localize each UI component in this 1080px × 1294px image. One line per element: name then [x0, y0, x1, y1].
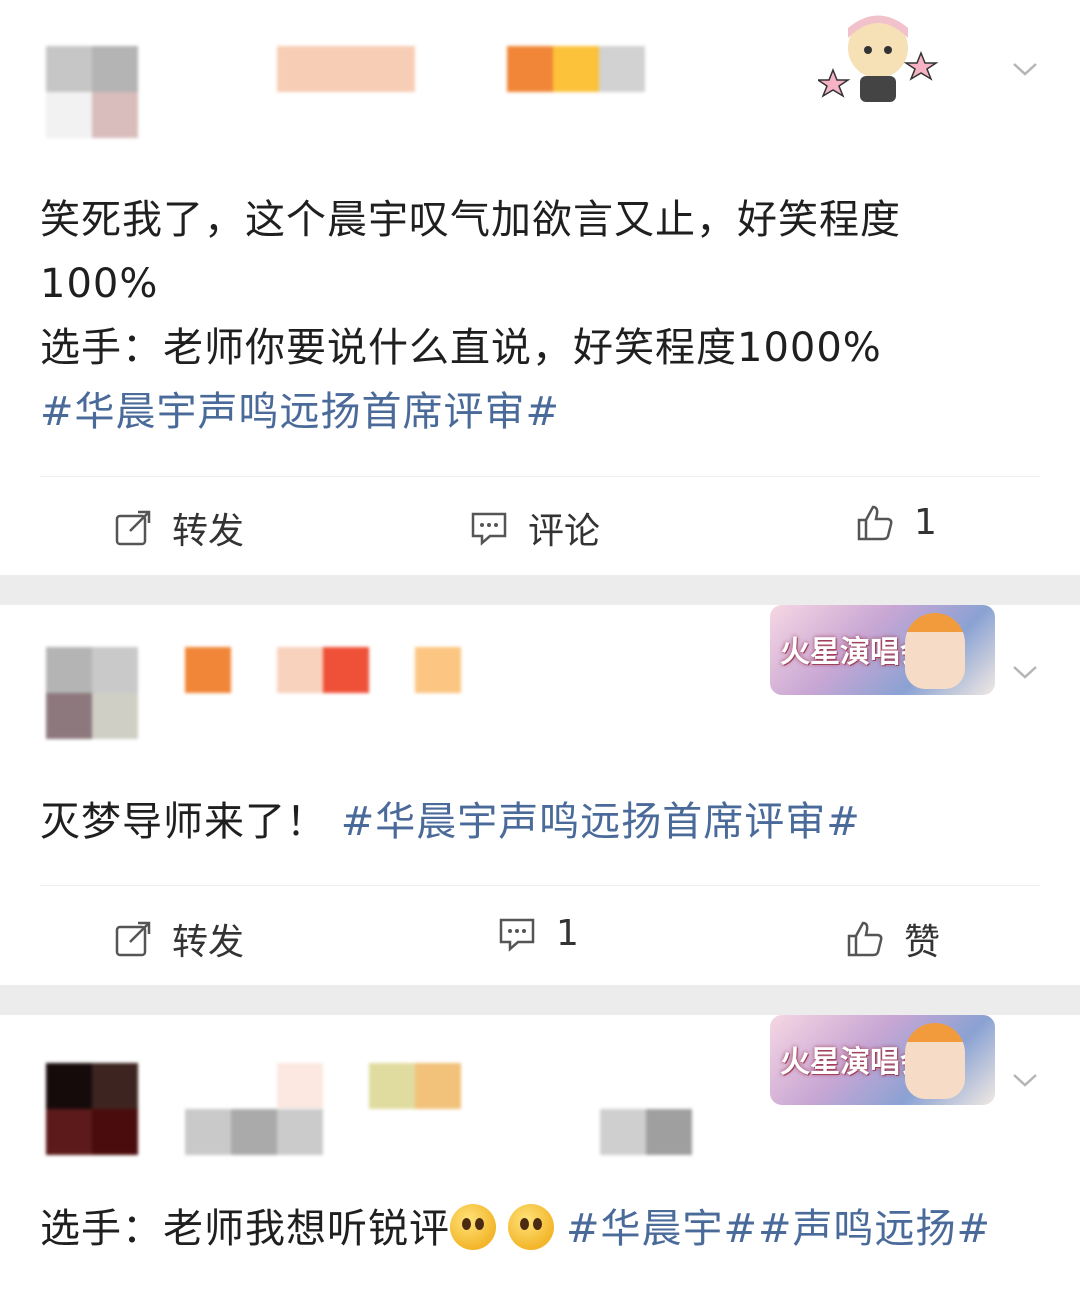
like-label: 赞 — [904, 922, 941, 963]
pleading-face-emoji — [450, 1204, 496, 1250]
post-text: 灭梦导师来了！ #华晨宇声鸣远扬首席评审# — [40, 790, 1040, 854]
divider — [40, 885, 1040, 886]
anime-sticker-icon — [818, 15, 938, 102]
badge-portrait — [905, 613, 965, 689]
like-button[interactable]: 1 — [856, 502, 937, 543]
hashtag-link[interactable]: #华晨宇声鸣远扬首席评审# — [341, 799, 861, 845]
user-badges — [507, 46, 645, 92]
repost-button[interactable]: 转发 — [114, 502, 244, 554]
comment-icon — [499, 918, 535, 952]
more-options-chevron[interactable] — [1012, 56, 1038, 82]
comment-label: 评论 — [528, 511, 601, 552]
comment-button[interactable]: 评论 — [470, 502, 600, 554]
more-options-chevron[interactable] — [1012, 659, 1038, 685]
hashtag-link[interactable]: #华晨宇声鸣远扬首席评审# — [40, 389, 560, 435]
divider — [40, 476, 1040, 477]
badge-portrait — [905, 1023, 965, 1099]
post-body: 灭梦导师来了！ — [40, 799, 327, 845]
post-body: 选手：老师我想听锐评 — [40, 1206, 450, 1252]
comment-icon — [471, 512, 507, 546]
avatar[interactable] — [46, 46, 138, 138]
like-button[interactable]: 赞 — [846, 913, 940, 965]
post-text: 笑死我了，这个晨宇叹气加欲言又止，好笑程度 100% 选手：老师你要说什么直说，… — [40, 188, 1040, 444]
repost-icon — [115, 510, 151, 546]
user-badges — [185, 1109, 323, 1155]
user-tag — [600, 1109, 692, 1155]
avatar[interactable] — [46, 1063, 138, 1155]
post-text: 选手：老师我想听锐评 #华晨宇##声鸣远扬# — [40, 1197, 1040, 1261]
chevron-down-icon — [1013, 666, 1037, 679]
repost-button[interactable]: 转发 — [114, 913, 244, 965]
pleading-face-emoji — [508, 1204, 554, 1250]
avatar[interactable] — [46, 647, 138, 739]
post-separator — [0, 575, 1080, 605]
more-options-chevron[interactable] — [1012, 1067, 1038, 1093]
comment-count: 1 — [556, 913, 579, 954]
fan-badge[interactable]: 火星演唱会 — [770, 605, 995, 695]
post-text-line-1: 笑死我了，这个晨宇叹气加欲言又止，好笑程度 — [40, 197, 901, 243]
fan-badge[interactable]: 火星演唱会 — [770, 1015, 995, 1105]
username[interactable] — [277, 1063, 461, 1109]
post-2: 火星演唱会 灭梦导师来了！ #华晨宇声鸣远扬首席评审# 转发 1 赞 — [0, 605, 1080, 985]
repost-label: 转发 — [172, 922, 245, 963]
chevron-down-icon — [1013, 1074, 1037, 1087]
username[interactable] — [277, 46, 415, 92]
post-separator — [0, 985, 1080, 1015]
thumbs-up-icon — [847, 921, 883, 957]
thumbs-up-icon — [857, 505, 893, 540]
chevron-down-icon — [1013, 63, 1037, 76]
comment-button[interactable]: 1 — [498, 913, 579, 954]
username[interactable] — [185, 647, 461, 693]
hashtag-links[interactable]: #华晨宇##声鸣远扬# — [566, 1206, 991, 1252]
like-count: 1 — [914, 502, 937, 543]
repost-icon — [115, 921, 151, 957]
post-1: 笑死我了，这个晨宇叹气加欲言又止，好笑程度 100% 选手：老师你要说什么直说，… — [0, 0, 1080, 575]
post-3: 火星演唱会 选手：老师我想听锐评 #华晨宇##声鸣远扬# — [0, 1015, 1080, 1294]
post-text-line-3: 选手：老师你要说什么直说，好笑程度1000% — [40, 325, 882, 371]
repost-label: 转发 — [172, 511, 245, 552]
post-text-line-2: 100% — [40, 261, 159, 307]
